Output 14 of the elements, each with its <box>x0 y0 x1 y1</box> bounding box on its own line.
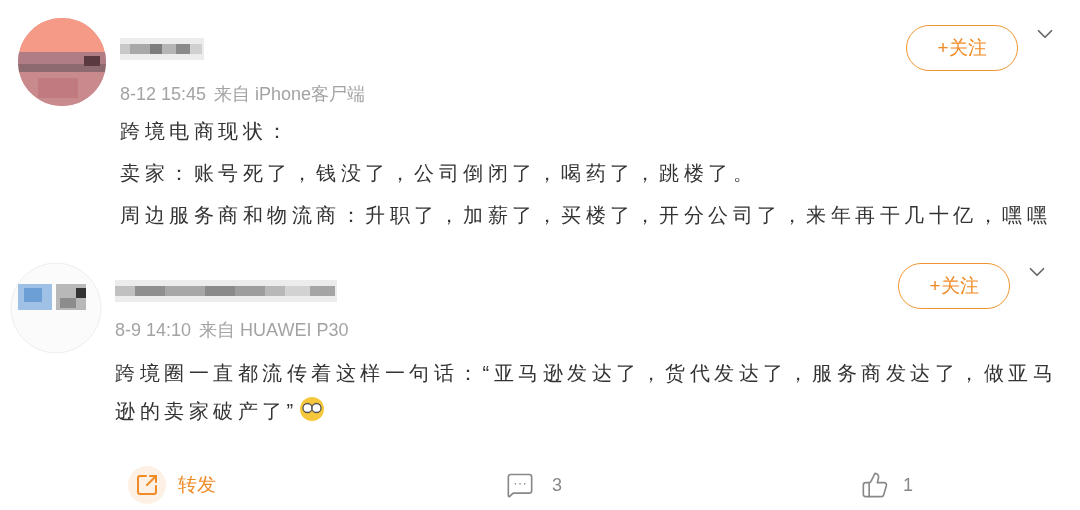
post-time: 8-9 14:10 <box>115 319 192 342</box>
thumbs-up-icon[interactable] <box>861 471 889 499</box>
post-text: 卖家：账号死了，钱没了，公司倒闭了，喝药了，跳楼了。 <box>120 161 758 186</box>
post-text: 跨境圈一直都流传着这样一句话：“亚马逊发达了，货代发达了，服务商发达了，做亚马逊的卖家破产了” <box>115 361 1059 424</box>
post-source: 来自 iPhone客尸端 <box>214 83 366 106</box>
share-icon[interactable] <box>128 466 166 504</box>
post-source: 来自 HUAWEI P30 <box>199 319 349 342</box>
post-text: 周边服务商和物流商：升职了，加薪了，买楼了，开分公司了，来年再干几十亿，嘿嘿 <box>120 203 1052 228</box>
comment-icon[interactable] <box>506 471 534 499</box>
like-count: 1 <box>903 473 913 497</box>
post-text: 跨境电商现状： <box>120 119 293 144</box>
post-time: 8-12 15:45 <box>120 83 207 106</box>
repost-label[interactable]: 转发 <box>178 470 216 500</box>
comment-count: 3 <box>552 473 562 497</box>
